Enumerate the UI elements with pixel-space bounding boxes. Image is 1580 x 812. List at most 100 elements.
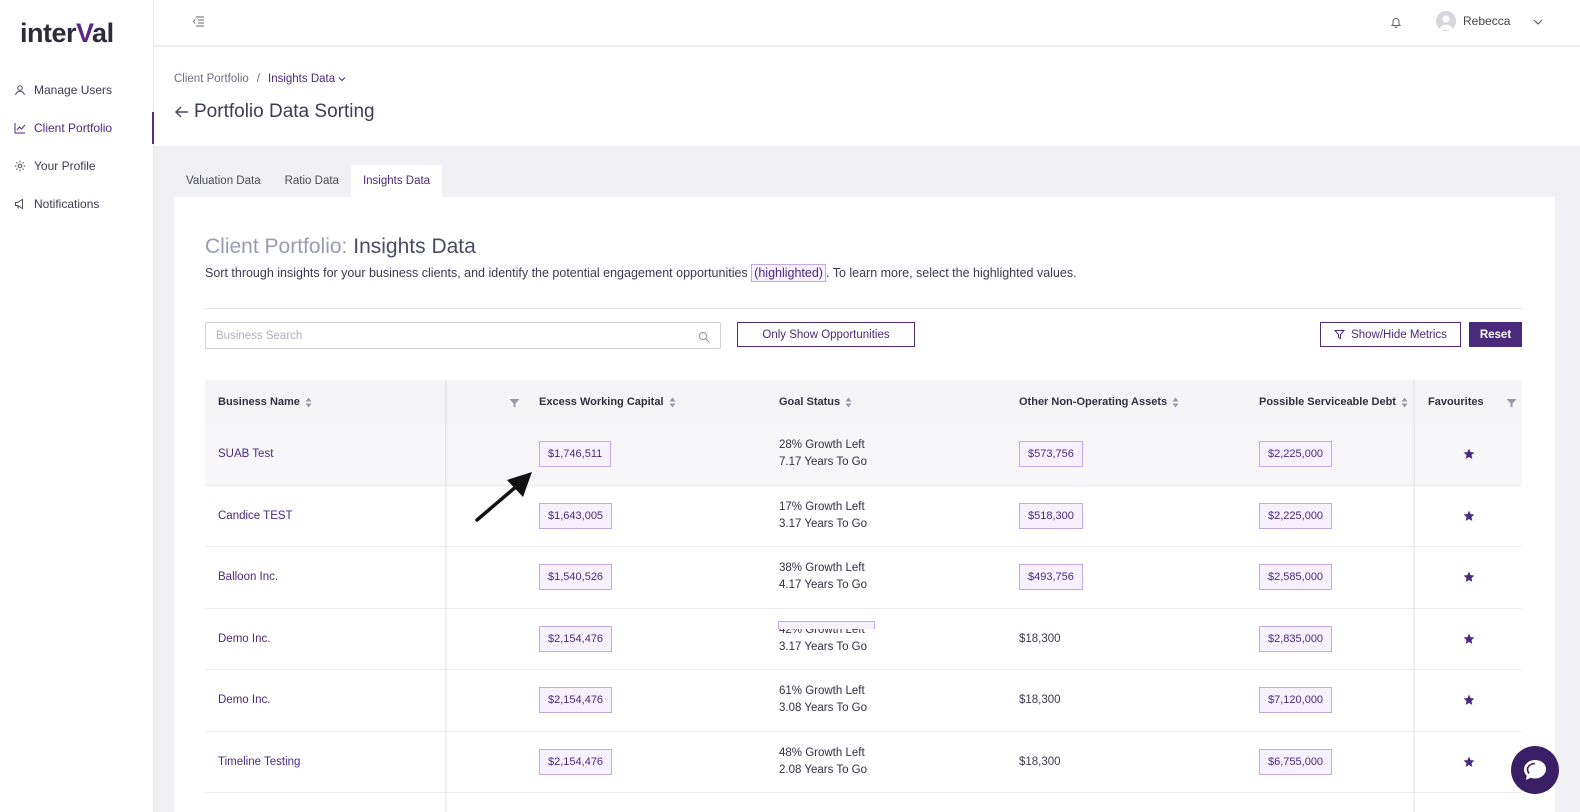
star-icon[interactable] [1463,448,1475,460]
goal-growth-left: 28% Growth Left [779,439,865,452]
excess-working-capital-cell: $2,154,476 [539,732,613,793]
goal-years-to-go: 4.17 Years To Go [779,579,868,592]
serviceable-debt-value[interactable]: $7,120,000 [1259,687,1333,714]
other-assets-value[interactable]: $573,756 [1019,441,1083,468]
filter-icon[interactable] [1506,396,1517,408]
search-icon[interactable] [698,330,710,342]
favourite-cell [1463,486,1475,547]
menu-toggle-icon[interactable] [192,14,208,30]
sidebar-item-notifications[interactable]: Notifications [0,188,154,220]
insights-card: Client Portfolio: Insights Data Sort thr… [174,197,1555,812]
card-description: Sort through insights for your business … [205,264,1077,282]
chart-icon [14,122,26,134]
business-name-cell: Demo Inc. [218,670,270,731]
excess-working-capital-value[interactable]: $1,746,511 [539,441,612,468]
sidebar-item-manage-users[interactable]: Manage Users [0,74,154,106]
sidebar-item-client-portfolio[interactable]: Client Portfolio [0,112,154,144]
show-hide-metrics-button[interactable]: Show/Hide Metrics [1320,322,1461,347]
card-title: Client Portfolio: Insights Data [205,235,476,259]
goal-years-to-go: 7.17 Years To Go [779,456,868,469]
serviceable-debt-value[interactable]: $2,585,000 [1259,564,1333,591]
user-menu[interactable]: Rebecca [1436,11,1544,31]
excess-working-capital-cell: $1,643,005 [539,486,613,547]
tab-insights-data[interactable]: Insights Data [350,165,443,197]
business-name-cell: Balloon Inc. [218,547,278,608]
table-header: Business Name Excess Working Capital Goa… [205,380,1522,424]
excess-working-capital-value[interactable]: $2,154,476 [539,748,613,775]
excess-working-capital-value[interactable]: $2,154,476 [539,687,613,714]
logo-text: inter [20,18,77,48]
th-goal-status[interactable]: Goal Status [779,380,852,424]
tab-valuation-data[interactable]: Valuation Data [174,165,273,197]
goal-growth-left: 17% Growth Left [779,500,865,513]
star-icon[interactable] [1463,571,1475,583]
sidebar-item-label: Notifications [34,197,100,211]
table-row: Candice TEST $1,643,005 17% Growth Left 3.1… [205,486,1522,547]
breadcrumb-current-dropdown[interactable]: Insights Data [268,73,346,85]
sidebar-item-your-profile[interactable]: Your Profile [0,150,154,182]
business-name-link[interactable]: Balloon Inc. [218,571,278,583]
tab-ratio-data[interactable]: Ratio Data [273,165,351,197]
reset-button[interactable]: Reset [1469,322,1522,347]
th-label: Goal Status [779,396,841,408]
th-excess-working-capital[interactable]: Excess Working Capital [539,380,676,424]
business-name-link[interactable]: Demo Inc. [218,694,270,706]
goal-status-cell: 28% Growth Left 7.17 Years To Go [779,424,867,485]
search-input[interactable] [216,329,698,342]
th-label: Other Non-Operating Assets [1019,396,1168,408]
serviceable-debt-value[interactable]: $2,225,000 [1259,502,1333,529]
th-business-name[interactable]: Business Name [218,380,312,424]
business-name-cell: Candice TEST [218,486,293,547]
only-show-opportunities-button[interactable]: Only Show Opportunities [737,322,915,347]
business-search[interactable] [205,322,721,349]
goal-years-to-go: 3.17 Years To Go [779,640,868,653]
star-icon[interactable] [1463,510,1475,522]
breadcrumb-current-label: Insights Data [268,73,336,85]
other-assets-value: $18,300 [1019,694,1061,707]
tab-bar: Valuation Data Ratio Data Insights Data [174,165,443,197]
sidebar-item-label: Manage Users [34,83,113,97]
th-other-non-operating-assets[interactable]: Other Non-Operating Assets [1019,380,1179,424]
frozen-column-shadow-left [445,380,448,812]
excess-working-capital-value[interactable]: $2,154,476 [539,625,613,652]
bell-icon[interactable] [1390,15,1404,29]
star-icon[interactable] [1463,633,1475,645]
other-assets-value[interactable]: $493,756 [1019,564,1083,591]
serviceable-debt-value[interactable]: $6,755,000 [1259,748,1333,775]
other-assets-value[interactable]: $518,300 [1019,502,1083,529]
other-assets-cell: $18,300 [1019,732,1061,793]
serviceable-debt-value[interactable]: $2,225,000 [1259,441,1333,468]
chat-icon [1524,760,1546,780]
sidebar: interVal Manage Users Client Portfolio Y… [0,0,154,812]
goal-status-cell: 17% Growth Left 3.17 Years To Go [779,486,867,547]
insights-table: Business Name Excess Working Capital Goa… [205,380,1522,812]
breadcrumb-parent-link[interactable]: Client Portfolio [174,73,249,85]
gear-icon [14,160,26,172]
goal-years-to-go: 2.08 Years To Go [779,763,868,776]
business-name-link[interactable]: Demo Inc. [218,633,270,645]
business-name-cell: Demo Inc. [218,609,270,670]
interval-logo[interactable]: interVal [20,18,114,49]
excess-working-capital-value[interactable]: $1,643,005 [539,502,613,529]
table-row: Demo Inc. $2,154,476 61% Growth Left 3.08 Y… [205,670,1522,732]
excess-working-capital-value[interactable]: $1,540,526 [539,564,613,591]
business-name-link[interactable]: SUAB Test [218,448,273,460]
th-possible-serviceable-debt[interactable]: Possible Serviceable Debt [1259,380,1408,424]
other-assets-value: $18,300 [1019,632,1061,645]
serviceable-debt-value[interactable]: $2,835,000 [1259,625,1333,652]
th-label: Excess Working Capital [539,396,664,408]
star-icon[interactable] [1463,694,1475,706]
logo-text-v: V [76,18,93,48]
star-icon[interactable] [1463,756,1475,768]
breadcrumb-separator: / [256,73,260,85]
chat-button[interactable] [1511,746,1559,794]
back-arrow-icon[interactable] [174,104,190,120]
show-hide-metrics-label: Show/Hide Metrics [1351,328,1447,341]
card-title-main: Insights Data [347,235,476,258]
business-name-link[interactable]: Timeline Testing [218,756,300,768]
business-name-link[interactable]: Candice TEST [218,510,293,522]
serviceable-debt-cell: $2,835,000 [1259,609,1333,670]
filter-icon[interactable] [509,396,520,408]
table-body: SUAB Test $1,746,511 28% Growth Left 7.17 Y… [205,424,1522,793]
goal-years-to-go: 3.08 Years To Go [779,702,868,715]
